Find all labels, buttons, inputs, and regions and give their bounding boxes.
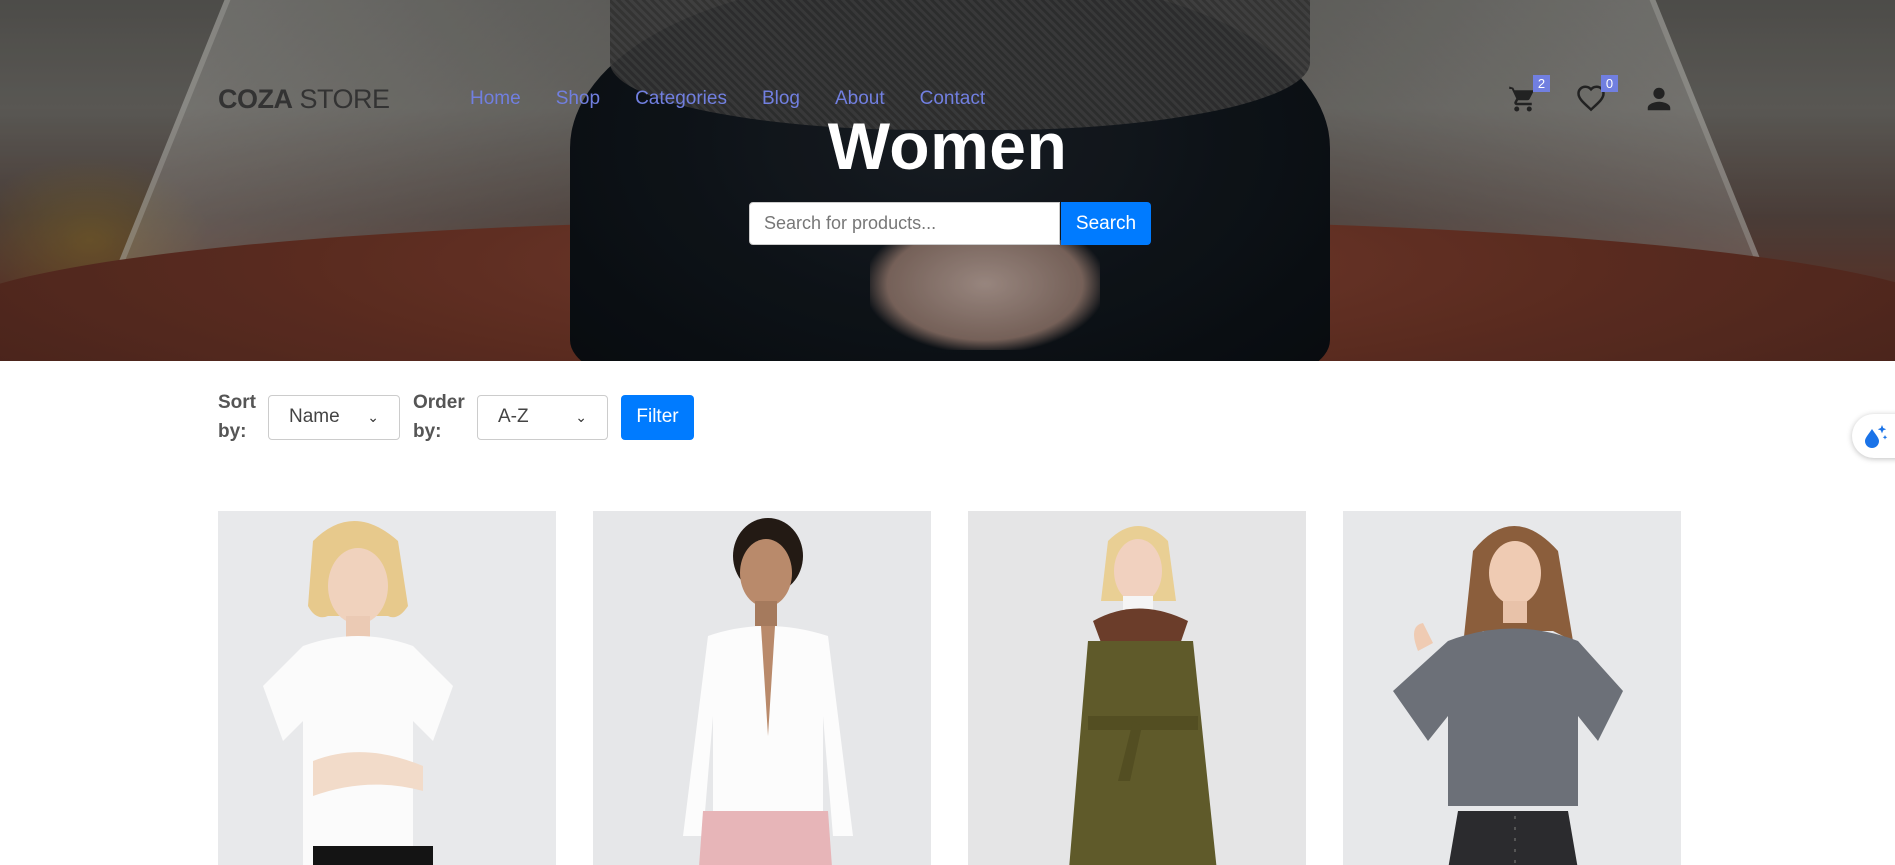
filter-bar: Sort by: Name ⌄ Order by: A-Z ⌄ Filter: [218, 388, 694, 446]
nav-blog[interactable]: Blog: [762, 88, 800, 110]
product-card[interactable]: [593, 511, 931, 865]
cart-count-badge: 2: [1533, 75, 1550, 92]
product-image: [593, 511, 931, 865]
product-card[interactable]: [218, 511, 556, 865]
product-card[interactable]: [1343, 511, 1681, 865]
product-card[interactable]: [968, 511, 1306, 865]
order-label: Order by:: [413, 392, 465, 442]
nav-home[interactable]: Home: [470, 88, 521, 110]
sort-select[interactable]: Name ⌄: [268, 394, 400, 440]
order-select[interactable]: A-Z ⌄: [477, 394, 608, 440]
product-grid: [218, 511, 1718, 865]
floating-widget-button[interactable]: [1852, 414, 1895, 458]
sort-label: Sort by:: [218, 392, 256, 442]
product-image: [968, 511, 1306, 865]
product-image: [1343, 511, 1681, 865]
nav-shop[interactable]: Shop: [556, 88, 600, 110]
wishlist-count-badge: 0: [1601, 75, 1618, 92]
nav-about[interactable]: About: [835, 88, 885, 110]
search-button[interactable]: Search: [1061, 202, 1151, 245]
droplet-sparkle-icon: [1865, 425, 1888, 448]
nav-contact[interactable]: Contact: [920, 88, 985, 110]
chevron-down-icon: ⌄: [367, 408, 379, 425]
search-input[interactable]: [749, 202, 1060, 245]
search-form: Search: [749, 202, 1151, 245]
filter-button[interactable]: Filter: [621, 394, 694, 440]
page-title: Women: [827, 109, 1068, 183]
chevron-down-icon: ⌄: [575, 408, 587, 425]
nav-categories[interactable]: Categories: [635, 88, 727, 110]
order-select-value: A-Z: [498, 406, 529, 427]
main-nav: Home Shop Categories Blog About Contact: [470, 88, 1020, 110]
sort-select-value: Name: [289, 406, 340, 427]
product-image: [218, 511, 556, 865]
